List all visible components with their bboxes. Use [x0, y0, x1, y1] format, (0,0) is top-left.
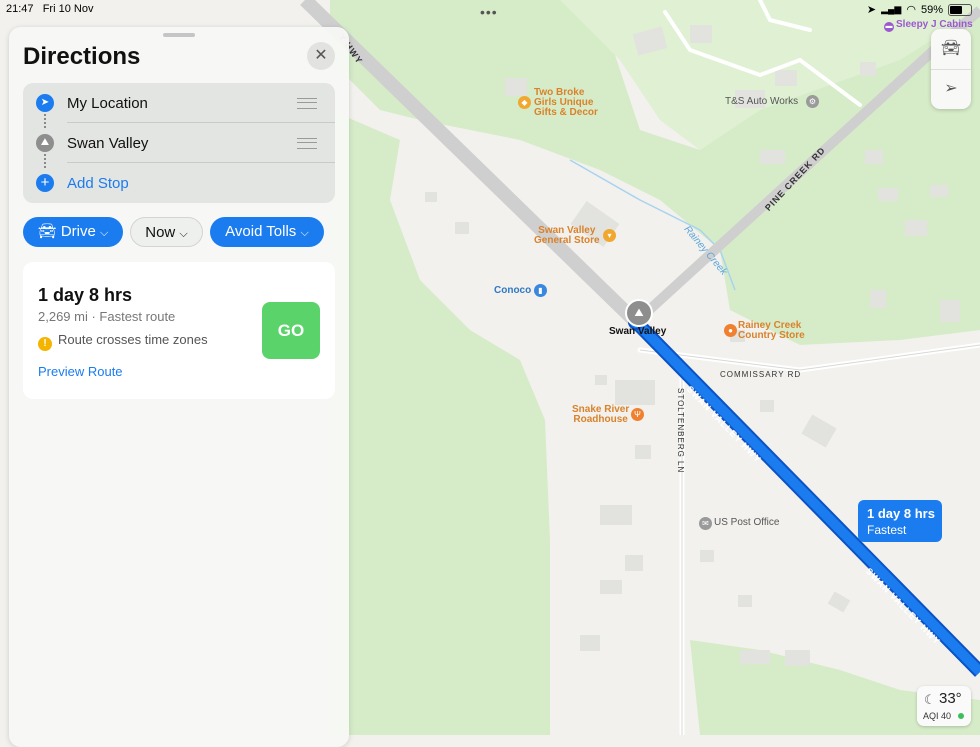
wifi-icon: ◠	[906, 4, 916, 16]
callout-duration: 1 day 8 hrs	[867, 506, 935, 521]
status-date: Fri 10 Nov	[42, 3, 94, 15]
location-arrow-icon: ➤	[36, 94, 54, 112]
car-icon: 🚘︎	[37, 223, 57, 240]
avoid-tolls-button[interactable]: Avoid Tolls ⌵	[210, 217, 324, 247]
poi-ts-auto[interactable]: T&S Auto Works	[725, 97, 798, 107]
poi-swan-store-line2: General Store	[534, 235, 600, 246]
time-label: Now	[145, 224, 176, 241]
mail-icon: ✉	[699, 517, 712, 530]
add-stop-label: Add Stop	[67, 175, 129, 192]
gas-station-icon: ▮	[534, 284, 547, 297]
close-icon: ✕	[314, 47, 328, 64]
callout-label: Fastest	[867, 523, 907, 537]
go-button[interactable]: GO	[262, 302, 320, 359]
chevron-down-icon: ⌵	[300, 227, 309, 239]
drive-label: Drive	[60, 223, 96, 240]
battery-percent: 59%	[920, 3, 943, 16]
place-pin-icon: ⛰	[625, 299, 653, 327]
poi-post-office[interactable]: US Post Office	[714, 518, 779, 528]
poi-snake-river-line2: Roadhouse	[573, 414, 628, 425]
signal-icon: ▂▄▆	[881, 4, 902, 14]
drive-mode-button[interactable]: 🚘︎ Drive ⌵	[23, 217, 123, 247]
stop-label: Swan Valley	[67, 135, 149, 152]
poi-rainey-store[interactable]: Rainey Creek Country Store	[738, 321, 805, 341]
bed-icon: ▬	[884, 22, 894, 32]
stop-swan-valley[interactable]: ⛰ Swan Valley	[23, 123, 335, 163]
route-warning: ! Route crosses time zones	[38, 332, 208, 351]
reorder-handle-icon[interactable]	[297, 98, 317, 109]
track-location-button[interactable]: ➢	[931, 69, 971, 109]
warning-text: Route crosses time zones	[58, 332, 208, 347]
poi-conoco[interactable]: Conoco	[494, 286, 531, 296]
road-label-commissary: COMMISSARY RD	[720, 370, 802, 379]
aqi-indicator	[958, 713, 964, 719]
close-button[interactable]: ✕	[307, 42, 335, 70]
stop-my-location[interactable]: ➤ My Location	[23, 83, 335, 123]
weather-widget[interactable]: ☾ 33° AQI 40	[917, 686, 971, 726]
location-services-icon: ➤	[866, 4, 877, 16]
plus-icon: +	[36, 174, 54, 192]
avoid-label: Avoid Tolls	[225, 223, 297, 240]
poi-swan-valley[interactable]: Swan Valley	[609, 327, 666, 337]
poi-rainey-store-line2: Country Store	[738, 330, 805, 341]
moon-icon: ☾	[924, 692, 936, 707]
warning-icon: !	[38, 337, 52, 351]
location-arrow-icon: ➢	[944, 80, 958, 97]
chevron-down-icon: ⌵	[179, 228, 188, 240]
status-time: 21:47	[6, 3, 34, 15]
aqi-label: AQI 40	[923, 711, 952, 721]
add-stop-button[interactable]: + Add Stop	[23, 163, 335, 203]
cart-icon: ▾	[603, 229, 616, 242]
preview-route-link[interactable]: Preview Route	[38, 364, 123, 379]
car-repair-icon: ⚙	[806, 95, 819, 108]
weather-temp: 33°	[939, 690, 962, 707]
panel-title: Directions	[23, 43, 141, 70]
status-left: 21:47 Fri 10 Nov	[6, 3, 93, 15]
car-icon: 🚘︎	[940, 40, 962, 57]
status-right: ➤ ▂▄▆ ◠ 59%	[867, 3, 972, 16]
route-duration: 1 day 8 hrs	[38, 285, 133, 305]
route-subtitle: 2,269 mi · Fastest route	[38, 309, 176, 324]
reorder-handle-icon[interactable]	[297, 138, 317, 149]
place-icon: ⛰	[36, 134, 54, 152]
stops-list: ➤ My Location ⛰ Swan Valley + Add Stop	[23, 83, 335, 203]
poi-swan-store[interactable]: Swan Valley General Store	[534, 226, 600, 246]
map-mode-button[interactable]: 🚘︎	[931, 29, 971, 69]
chevron-down-icon: ⌵	[100, 227, 109, 239]
stop-label: My Location	[67, 95, 148, 112]
poi-snake-river[interactable]: Snake River Roadhouse	[572, 405, 629, 425]
road-label-stoltenberg: STOLTENBERG LN	[676, 388, 685, 474]
multitask-dots-icon[interactable]: •••	[480, 4, 498, 20]
panel-grabber[interactable]	[163, 33, 195, 37]
poi-two-broke-line3: Gifts & Decor	[534, 107, 598, 118]
poi-two-broke[interactable]: Two Broke Girls Unique Gifts & Decor	[534, 88, 598, 118]
gift-icon: ◆	[518, 96, 531, 109]
restaurant-icon: Ψ	[631, 408, 644, 421]
route-card[interactable]: 1 day 8 hrs 2,269 mi · Fastest route ! Ro…	[23, 262, 335, 399]
map-controls: 🚘︎ ➢	[931, 29, 971, 109]
route-callout[interactable]: 1 day 8 hrs Fastest	[858, 500, 942, 542]
departure-time-button[interactable]: Now ⌵	[130, 217, 203, 247]
directions-panel: Directions ✕ ➤ My Location ⛰ Swan Valley…	[9, 27, 349, 747]
battery-icon	[948, 3, 972, 16]
store-icon: ●	[724, 324, 737, 337]
